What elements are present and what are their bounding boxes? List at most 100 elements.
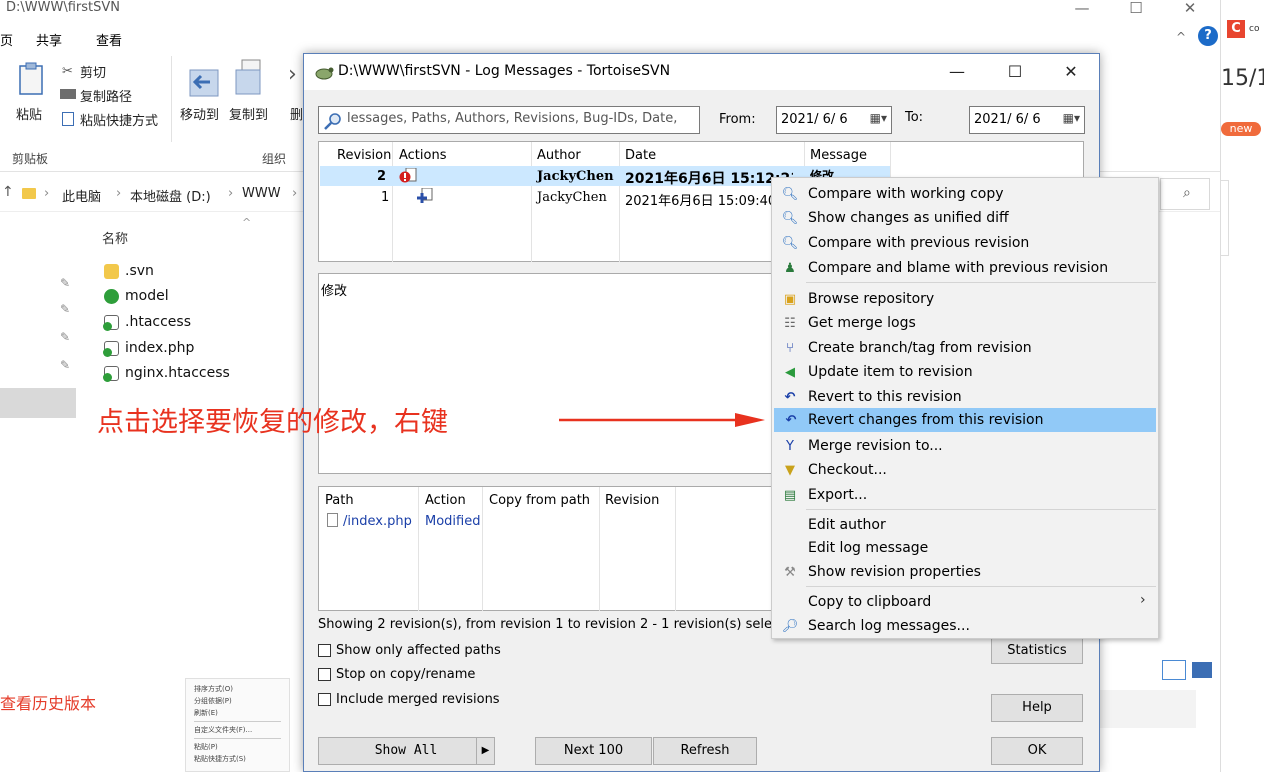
column-header-action[interactable]: Action <box>425 493 466 508</box>
paste-shortcut-button[interactable]: 粘贴快捷方式 <box>80 110 158 129</box>
show-only-affected-paths-checkbox[interactable]: Show only affected paths <box>318 643 501 658</box>
modified-action-icon <box>399 168 417 183</box>
explorer-context-menu-thumbnail: 排序方式(O) 分组依据(P) 刷新(E) 自定义文件夹(F)... 粘贴(P)… <box>185 678 290 772</box>
menu-item-edit-author[interactable]: Edit author <box>772 513 1158 537</box>
revision-date: 2021年6月6日 15:12:21 <box>625 171 793 187</box>
tab-view[interactable]: 查看 <box>96 30 122 49</box>
blame-icon: ♟ <box>784 260 796 276</box>
calendar-dropdown-icon[interactable]: ▦▾ <box>870 111 887 125</box>
menu-item-edit-log-message[interactable]: Edit log message <box>772 536 1158 560</box>
explorer-title: D:\WWW\firstSVN <box>6 0 120 15</box>
refresh-button[interactable]: Refresh <box>653 737 757 765</box>
calendar-dropdown-icon[interactable]: ▦▾ <box>1063 111 1080 125</box>
column-header-path[interactable]: Path <box>325 493 354 508</box>
menu-item-compare-blame[interactable]: ♟ Compare and blame with previous revisio… <box>772 256 1158 280</box>
ok-button[interactable]: OK <box>991 737 1083 765</box>
help-button[interactable]: Help <box>991 694 1083 722</box>
menu-item-copy-to-clipboard[interactable]: Copy to clipboard › <box>772 590 1158 614</box>
menu-item-unified-diff[interactable]: 🔍︎ Show changes as unified diff <box>772 206 1158 230</box>
annotation-text: 点击选择要恢复的修改，右键 <box>97 407 448 438</box>
merge-icon: Y <box>786 438 794 454</box>
delete-button[interactable]: 删 <box>290 104 303 123</box>
paste-button[interactable]: 粘贴 <box>16 104 42 123</box>
menu-item-compare-working-copy[interactable]: 🔍︎ Compare with working copy <box>772 182 1158 206</box>
merge-logs-icon: ☷ <box>784 315 796 331</box>
dialog-close-button[interactable]: ✕ <box>1048 58 1094 86</box>
file-name: index.php <box>125 340 195 356</box>
file-name: .htaccess <box>125 314 191 330</box>
copy-path-icon <box>60 89 76 99</box>
details-view-icon[interactable] <box>1162 660 1186 680</box>
column-header-date[interactable]: Date <box>625 148 656 163</box>
ribbon-collapse-icon[interactable]: ^ <box>1176 30 1186 44</box>
small-menu-item: 刷新(E) <box>194 709 218 717</box>
dialog-minimize-button[interactable]: — <box>934 58 980 86</box>
statistics-button[interactable]: Statistics <box>991 638 1083 664</box>
folder-icon <box>22 188 36 199</box>
explorer-minimize-button[interactable]: — <box>1062 0 1102 20</box>
file-row[interactable]: nginx.htaccess <box>103 362 230 384</box>
menu-item-compare-previous[interactable]: 🔍︎ Compare with previous revision <box>772 231 1158 255</box>
column-header-message[interactable]: Message <box>810 148 867 163</box>
up-arrow-icon[interactable]: ↑ <box>2 184 14 200</box>
organize-group-label: 组织 <box>262 152 287 166</box>
show-all-dropdown-button[interactable]: ▶ <box>476 737 495 765</box>
magnifier-icon: 🔍︎ <box>781 235 799 251</box>
explorer-search-input[interactable]: ⌕ <box>1160 178 1210 210</box>
file-row[interactable]: index.php <box>103 337 195 359</box>
file-row[interactable]: .htaccess <box>103 311 191 333</box>
filter-placeholder: lessages, Paths, Authors, Revisions, Bug… <box>347 111 678 126</box>
menu-item-show-revision-properties[interactable]: ⚒ Show revision properties <box>772 560 1158 584</box>
menu-item-export[interactable]: ▤ Export... <box>772 483 1158 507</box>
search-icon: ⌕ <box>1183 185 1191 201</box>
menu-item-revert-changes-from-revision[interactable]: ↶ Revert changes from this revision <box>774 408 1156 432</box>
small-menu-item: 分组依据(P) <box>194 697 232 705</box>
file-row[interactable]: .svn <box>104 260 154 282</box>
help-icon[interactable]: ? <box>1198 26 1218 46</box>
menu-item-browse-repository[interactable]: ▣ Browse repository <box>772 287 1158 311</box>
explorer-close-button[interactable]: ✕ <box>1170 0 1210 20</box>
log-filter-input[interactable]: lessages, Paths, Authors, Revisions, Bug… <box>318 106 700 134</box>
breadcrumb-this-pc[interactable]: 此电脑 <box>62 186 101 205</box>
folder-icon <box>104 263 119 279</box>
menu-item-merge-revision-to[interactable]: Y Merge revision to... <box>772 434 1158 458</box>
copy-to-button[interactable]: 复制到 <box>229 104 268 123</box>
column-header-name[interactable]: 名称 <box>102 228 128 247</box>
breadcrumb-www[interactable]: WWW <box>242 186 281 201</box>
dialog-maximize-button[interactable]: ☐ <box>992 58 1038 86</box>
copy-path-button[interactable]: 复制路径 <box>80 86 132 105</box>
to-date-picker[interactable]: 2021/ 6/ 6 ▦▾ <box>969 106 1085 134</box>
pin-icon: ✎ <box>60 358 71 372</box>
show-all-button[interactable]: Show All <box>318 737 494 765</box>
tab-home[interactable]: 页 <box>0 30 13 49</box>
stop-on-copy-checkbox[interactable]: Stop on copy/rename <box>318 667 475 682</box>
menu-item-update-to-revision[interactable]: ◀ Update item to revision <box>772 360 1158 384</box>
breadcrumb-local-disk[interactable]: 本地磁盘 (D:) <box>130 186 211 205</box>
nav-pane-selected-item[interactable] <box>0 388 76 418</box>
sort-up-icon: ^ <box>242 216 252 229</box>
csdn-logo-icon[interactable]: C <box>1227 20 1245 38</box>
cut-button[interactable]: 剪切 <box>80 62 106 81</box>
tab-share[interactable]: 共享 <box>36 30 62 49</box>
menu-item-search-log-messages[interactable]: 🔎︎ Search log messages... <box>772 614 1158 638</box>
next-100-button[interactable]: Next 100 <box>535 737 652 765</box>
file-row[interactable]: model <box>104 285 169 307</box>
move-to-button[interactable]: 移动到 <box>180 104 219 123</box>
column-header-revision[interactable]: Revision <box>605 493 659 508</box>
column-header-actions[interactable]: Actions <box>399 148 447 163</box>
menu-item-revert-to-revision[interactable]: ↶ Revert to this revision <box>772 385 1158 409</box>
explorer-maximize-button[interactable]: ☐ <box>1116 0 1156 20</box>
annotation-arrow-icon <box>559 413 765 427</box>
export-icon: ▤ <box>783 487 797 503</box>
checkbox-label: Stop on copy/rename <box>336 667 476 682</box>
menu-item-checkout[interactable]: ▼ Checkout... <box>772 458 1158 482</box>
menu-item-create-branch-tag[interactable]: ⑂ Create branch/tag from revision <box>772 336 1158 360</box>
menu-item-get-merge-logs[interactable]: ☷ Get merge logs <box>772 311 1158 335</box>
changed-path[interactable]: /index.php <box>343 514 412 529</box>
column-header-revision[interactable]: Revision <box>337 148 391 163</box>
large-icons-view-icon[interactable] <box>1192 662 1212 678</box>
from-date-picker[interactable]: 2021/ 6/ 6 ▦▾ <box>776 106 892 134</box>
include-merged-revisions-checkbox[interactable]: Include merged revisions <box>318 692 500 707</box>
column-header-author[interactable]: Author <box>537 148 581 163</box>
column-header-copy-from-path[interactable]: Copy from path <box>489 493 590 508</box>
